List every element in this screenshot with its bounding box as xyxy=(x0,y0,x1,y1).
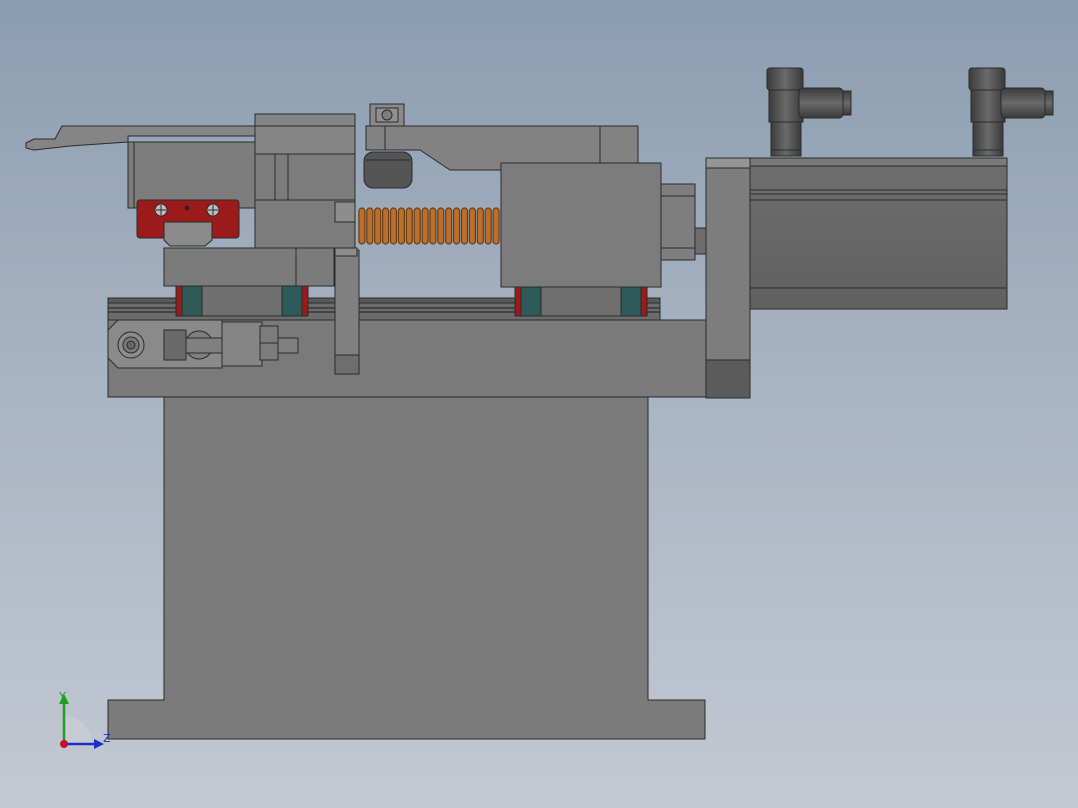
top-housing xyxy=(254,113,356,155)
air-fitting-left-icon xyxy=(766,67,852,157)
air-fitting-right-icon xyxy=(968,67,1054,157)
stop-bolt-body xyxy=(221,321,263,367)
spring-coil xyxy=(492,207,500,245)
coordinate-triad-icon: Y Z xyxy=(58,690,111,749)
slide-table-left xyxy=(163,247,335,287)
spring-coil xyxy=(445,207,453,245)
spring-coil xyxy=(366,207,374,245)
assembly-drawing: Y Z xyxy=(25,67,1054,749)
stop-bolt-head xyxy=(163,329,187,361)
spring-coil xyxy=(484,207,492,245)
spring-coil xyxy=(421,207,429,245)
compression-spring xyxy=(358,207,500,245)
triad-y-label: Y xyxy=(58,690,66,703)
slide-block-right xyxy=(500,162,662,288)
spring-coil xyxy=(374,207,382,245)
spring-coil xyxy=(389,207,398,245)
cad-viewport[interactable]: Y Z xyxy=(0,0,1078,808)
upper-guide-block xyxy=(127,141,256,209)
base-column xyxy=(107,395,706,740)
spring-coil xyxy=(397,207,405,245)
coupling xyxy=(660,183,696,261)
spring-coil xyxy=(468,207,476,245)
spring-coil xyxy=(476,207,484,245)
spring-coil xyxy=(405,207,413,245)
cam-roller xyxy=(363,151,413,189)
triad-z-label: Z xyxy=(103,732,111,745)
spring-coil xyxy=(453,207,461,245)
spring-coil xyxy=(460,207,469,245)
spring-coil xyxy=(382,207,390,245)
spring-coil xyxy=(429,207,437,245)
spring-coil xyxy=(358,207,366,245)
spring-coil xyxy=(413,207,421,245)
spring-coil xyxy=(437,207,445,245)
motor-body xyxy=(749,157,1008,310)
